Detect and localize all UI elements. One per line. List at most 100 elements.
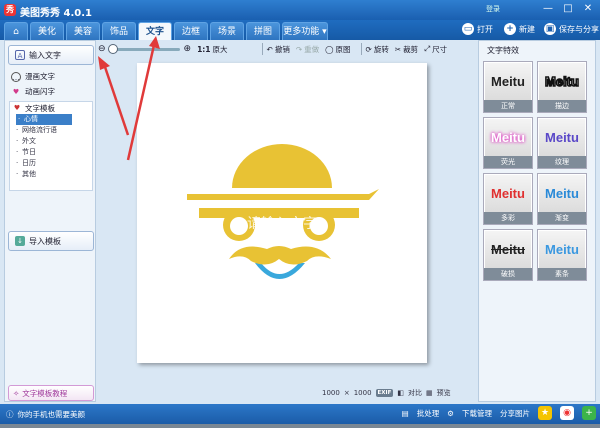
tab-decor[interactable]: 饰品 (102, 22, 136, 40)
close-button[interactable]: ✕ (578, 0, 598, 18)
maximize-button[interactable]: □ (558, 0, 578, 18)
effect-label: 破损 (484, 268, 532, 280)
tab-text[interactable]: 文字 (138, 22, 172, 40)
mustache (229, 246, 331, 265)
effect-preview: Meitu (539, 119, 585, 156)
effect-label: 多彩 (484, 212, 532, 224)
scissors-icon: ✂ (394, 44, 402, 54)
app-logo-icon: 秀 (4, 4, 16, 16)
tab-scene[interactable]: 场景 (210, 22, 244, 40)
open-button[interactable]: ▭ 打开 (462, 23, 493, 35)
folder-icon: ▭ (462, 23, 474, 35)
hat-dome (232, 144, 332, 188)
status-bar-actions: ▤ 批处理 ⚙ 下载管理 分享图片 ★ ◉ + (402, 406, 596, 420)
add-icon[interactable]: + (582, 406, 596, 420)
plus-icon: + (504, 23, 516, 35)
tab-face[interactable]: 美容 (66, 22, 100, 40)
effect-preview: Meitu (485, 175, 531, 212)
resize-icon: ⤢ (424, 44, 431, 53)
download-manager-button[interactable]: 下载管理 (462, 408, 492, 419)
login-link[interactable]: 登录 (486, 4, 500, 14)
template-category-slang[interactable]: 网络流行语 (10, 125, 92, 136)
effect-preview: Meitu (539, 63, 585, 100)
effect-label: 荧光 (484, 156, 532, 168)
crop-button[interactable]: ✂ 裁剪 (395, 44, 418, 55)
original-image-button[interactable]: ◯ 原图 (325, 44, 350, 55)
window-title: 美图秀秀 4.0.1 (20, 8, 92, 19)
one-to-one-icon: 1:1 (197, 44, 211, 54)
effect-broken[interactable]: Meitu 破损 (483, 229, 533, 281)
template-love-icon: ♥ (13, 104, 21, 112)
share-image-button[interactable]: 分享图片 (500, 408, 530, 419)
text-effects-title: 文字特效 (487, 46, 519, 55)
template-category-mood[interactable]: 心情 (16, 114, 72, 125)
title-bar: 秀 美图秀秀 4.0.1 登录 — □ ✕ (0, 0, 600, 20)
minimize-button[interactable]: — (538, 0, 558, 18)
heart-icon: ♥ (12, 87, 20, 96)
dimension-times: × (343, 389, 350, 397)
resize-button[interactable]: ⤢ 尺寸 (424, 44, 447, 55)
glasses-left-lens (230, 217, 248, 235)
save-share-button[interactable]: ▣ 保存与分享 (544, 23, 599, 35)
info-icon: ⓘ (6, 410, 14, 419)
star-icon[interactable]: ★ (538, 406, 552, 420)
weibo-icon[interactable]: ◉ (560, 406, 574, 420)
compare-icon: ◧ (397, 389, 404, 397)
template-tree: ♥ 文字模板 心情 网络流行语 外文 节日 日历 其他 (9, 101, 93, 191)
text-effects-panel: 文字特效 Meitu 正常 Meitu 描边 Meitu 荧光 Meitu 纹理… (478, 40, 596, 402)
exif-badge[interactable]: EXIF (375, 389, 394, 397)
rotate-icon: ⟳ (365, 44, 372, 54)
arrow-to-input-text (102, 63, 130, 136)
zoom-slider[interactable] (107, 43, 180, 54)
new-button[interactable]: + 新建 (504, 23, 535, 35)
template-tutorial-button[interactable]: ✧ 文字模板教程 (8, 385, 94, 401)
batch-icon: ▤ (401, 408, 409, 418)
zoom-out-icon[interactable]: ⊖ (98, 44, 106, 54)
comic-text-item[interactable]: … 漫画文字 (11, 71, 55, 82)
image-height: 1000 (353, 389, 372, 397)
effect-outline[interactable]: Meitu 描边 (537, 61, 587, 113)
save-icon: ▣ (544, 23, 556, 35)
tab-beautify[interactable]: 美化 (30, 22, 64, 40)
window-controls: — □ ✕ (538, 0, 598, 18)
animated-text-item[interactable]: ♥ 动画闪字 (11, 86, 55, 97)
toolbar-separator (261, 43, 263, 55)
redo-icon: ↷ (295, 44, 303, 54)
redo-button[interactable]: ↷ 重做 (296, 44, 319, 55)
effect-preview: Meitu (539, 231, 585, 268)
effect-preview: Meitu (485, 231, 531, 268)
status-bar: ⓘ 你的手机也需要美颜 ▤ 批处理 ⚙ 下载管理 分享图片 ★ ◉ + (0, 404, 600, 424)
left-panel: A 输入文字 … 漫画文字 ♥ 动画闪字 ♥ 文字模板 心情 网络流行语 外文 … (4, 40, 96, 402)
template-category-holiday[interactable]: 节日 (10, 147, 92, 158)
tab-more[interactable]: 更多功能 ▾ (282, 22, 328, 40)
effect-gradient[interactable]: Meitu 渐变 (537, 173, 587, 225)
template-category-foreign[interactable]: 外文 (10, 136, 92, 147)
effect-glow[interactable]: Meitu 荧光 (483, 117, 533, 169)
toolbar-separator (360, 43, 362, 55)
effect-plain[interactable]: Meitu 素条 (537, 229, 587, 281)
effect-texture[interactable]: Meitu 纹理 (537, 117, 587, 169)
template-tree-header[interactable]: ♥ 文字模板 (10, 102, 92, 114)
import-template-button[interactable]: ↓ 导入模板 (8, 231, 94, 251)
rotate-button[interactable]: ⟳ 旋转 (366, 44, 389, 55)
zoom-slider-knob[interactable] (107, 43, 118, 54)
original-size-button[interactable]: 1:1 原大 (197, 44, 227, 55)
batch-button[interactable]: 批处理 (417, 408, 440, 419)
text-overlay[interactable]: 请输入文字 (247, 213, 317, 233)
hat-brim (187, 189, 379, 200)
template-category-other[interactable]: 其他 (10, 169, 92, 180)
zoom-in-icon[interactable]: ⊕ (184, 44, 192, 54)
tab-collage[interactable]: 拼图 (246, 22, 280, 40)
effect-colorful[interactable]: Meitu 多彩 (483, 173, 533, 225)
main-tab-bar: ⌂ 美化 美容 饰品 文字 边框 场景 拼图 更多功能 ▾ ▭ 打开 + 新建 … (0, 20, 600, 40)
undo-button[interactable]: ↶ 撤销 (267, 44, 290, 55)
preview-button[interactable]: 预览 (437, 388, 451, 398)
tab-frame[interactable]: 边框 (174, 22, 208, 40)
template-category-calendar[interactable]: 日历 (10, 158, 92, 169)
promo-link[interactable]: ⓘ 你的手机也需要美颜 (6, 409, 85, 420)
compare-button[interactable]: 对比 (408, 388, 422, 398)
image-canvas[interactable]: 请输入文字 (137, 63, 427, 363)
effect-normal[interactable]: Meitu 正常 (483, 61, 533, 113)
input-text-button[interactable]: A 输入文字 (8, 45, 94, 65)
tab-home[interactable]: ⌂ (4, 22, 28, 40)
